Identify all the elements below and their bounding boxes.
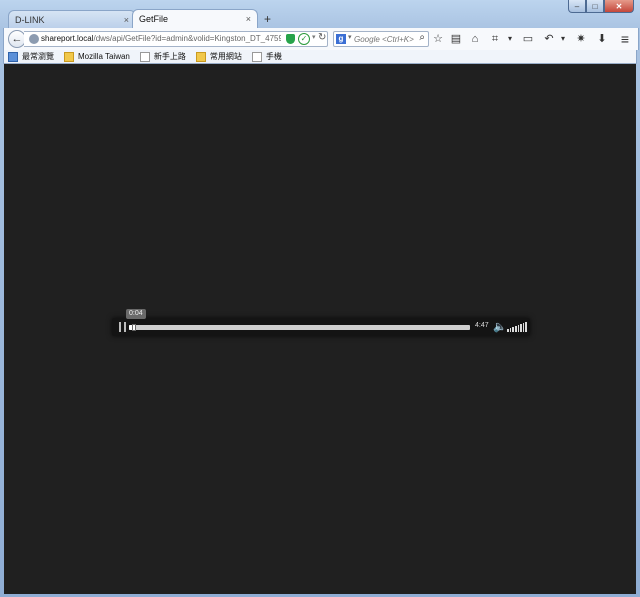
- home-icon[interactable]: ⌂: [468, 32, 482, 46]
- volume-bar: [514, 326, 517, 332]
- volume-bar: [522, 323, 525, 332]
- folder-icon: [64, 51, 74, 62]
- tab-getfile[interactable]: GetFile ×: [132, 9, 258, 28]
- url-path: /dws/api/GetFile?id=admin&volid=Kingston…: [93, 34, 281, 43]
- reload-icon[interactable]: ↻: [318, 32, 326, 43]
- bookmark-mozilla-taiwan[interactable]: Mozilla Taiwan: [64, 51, 130, 62]
- url-text[interactable]: shareport.local/dws/api/GetFile?id=admin…: [41, 34, 281, 43]
- media-player-controls: 0:04 4:47 🔈: [112, 309, 530, 336]
- pause-bar: [124, 322, 126, 332]
- bookmark-label: 新手上路: [153, 52, 186, 61]
- bookmark-getting-started[interactable]: 新手上路: [139, 51, 186, 62]
- duration-label: 4:47: [475, 322, 489, 329]
- download-icon[interactable]: ⬇: [595, 32, 609, 46]
- bookmarks-menu-icon[interactable]: ▤: [449, 32, 463, 46]
- bookmark-label: 手機: [265, 52, 282, 61]
- crop-dropdown-icon[interactable]: ▾: [503, 32, 517, 46]
- new-tab-button[interactable]: +: [264, 12, 271, 26]
- bookmark-star-icon[interactable]: ☆: [431, 32, 445, 46]
- close-tab-icon[interactable]: ×: [246, 14, 251, 24]
- site-identity-icon[interactable]: [29, 34, 39, 44]
- volume-bar: [517, 325, 520, 332]
- bookmark-label: Mozilla Taiwan: [78, 52, 130, 61]
- browser-window: – □ ✕ D-LINK × GetFile × + ← shareport.l…: [0, 0, 640, 597]
- volume-bar: [525, 322, 527, 332]
- shield-icon[interactable]: [286, 34, 295, 44]
- volume-bar: [512, 327, 514, 332]
- url-history-dropdown-icon[interactable]: ▾: [312, 33, 316, 41]
- seek-thumb[interactable]: [132, 324, 136, 331]
- crop-icon[interactable]: ⌗: [488, 32, 502, 46]
- bookmark-mobile[interactable]: 手機: [251, 51, 282, 62]
- search-icon[interactable]: ⌕: [419, 32, 425, 43]
- navigation-bar: ← shareport.local/dws/api/GetFile?id=adm…: [3, 28, 639, 50]
- check-icon[interactable]: ✓: [298, 33, 310, 45]
- bookmarks-toolbar: 最常瀏覽 Mozilla Taiwan 新手上路 常用網站 手機: [3, 50, 637, 64]
- page-icon: [139, 51, 150, 62]
- bookmark-common-sites[interactable]: 常用網站: [195, 51, 242, 62]
- search-input[interactable]: [354, 33, 414, 45]
- chat-icon[interactable]: ▭: [521, 32, 535, 46]
- tab-label: GetFile: [139, 14, 169, 24]
- search-bar[interactable]: g ▾ ⌕: [333, 31, 429, 47]
- volume-bar: [520, 324, 522, 332]
- search-engine-dropdown-icon[interactable]: ▾: [348, 33, 352, 41]
- undo-dropdown-icon[interactable]: ▾: [556, 32, 570, 46]
- page-icon: [251, 51, 262, 62]
- folder-icon: [195, 51, 206, 62]
- menu-icon[interactable]: ≡: [618, 32, 632, 46]
- addon-gear-icon[interactable]: ✷: [574, 32, 588, 46]
- volume-slider[interactable]: [507, 322, 527, 332]
- smart-folder-icon: [8, 51, 18, 62]
- url-bar[interactable]: shareport.local/dws/api/GetFile?id=admin…: [24, 31, 328, 47]
- google-icon[interactable]: g: [336, 34, 346, 44]
- current-time-tooltip: 0:04: [126, 309, 146, 319]
- tab-strip: D-LINK × GetFile × +: [6, 8, 634, 28]
- close-tab-icon[interactable]: ×: [124, 15, 129, 25]
- volume-bar: [507, 329, 509, 332]
- bookmark-label: 最常瀏覽: [22, 52, 54, 61]
- pause-bar: [119, 322, 121, 332]
- volume-bar: [509, 328, 512, 332]
- url-host: shareport.local: [41, 34, 94, 43]
- tab-dlink[interactable]: D-LINK ×: [8, 10, 136, 28]
- undo-icon[interactable]: ↶: [542, 32, 556, 46]
- volume-icon[interactable]: 🔈: [493, 320, 507, 333]
- seek-bar[interactable]: [129, 324, 470, 331]
- bookmark-label: 常用網站: [209, 52, 242, 61]
- page-content: 0:04 4:47 🔈: [4, 64, 636, 594]
- tab-label: D-LINK: [15, 14, 45, 25]
- bookmark-most-visited[interactable]: 最常瀏覽: [8, 51, 54, 62]
- pause-button[interactable]: [119, 322, 127, 332]
